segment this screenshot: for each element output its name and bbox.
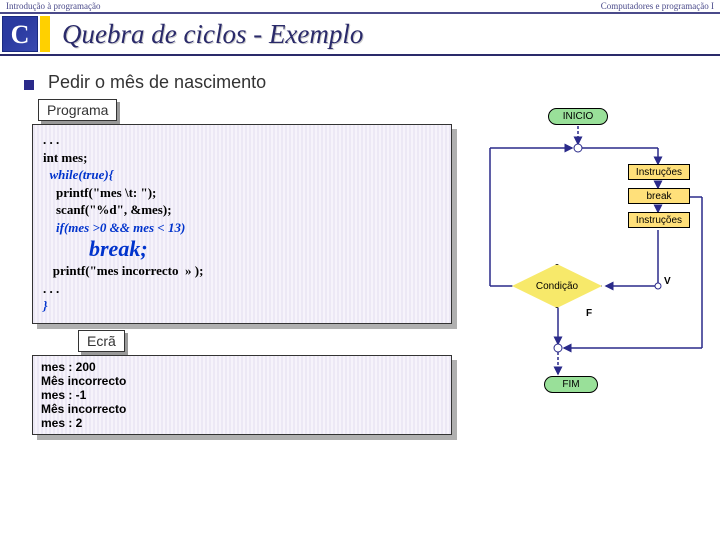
flow-instr1: Instruções <box>628 164 690 180</box>
bullet-row: Pedir o mês de nascimento <box>24 72 712 93</box>
code-box: . . . int mes; while(true){ printf("mes … <box>32 124 452 324</box>
title-underline <box>0 54 720 56</box>
code-line: printf("mes incorrecto » ); <box>43 262 441 280</box>
code-line: scanf("%d", &mes); <box>43 201 441 219</box>
code-line: } <box>43 297 441 315</box>
cond-label: Condição <box>536 281 578 292</box>
code-line: printf("mes \t: "); <box>43 184 441 202</box>
yellow-accent <box>40 16 50 52</box>
screen-line: mes : -1 <box>41 388 443 402</box>
flow-condition: Condição <box>512 264 602 308</box>
label-false: F <box>586 308 592 319</box>
flow-instr2: Instruções <box>628 212 690 228</box>
c-logo: C <box>2 16 38 52</box>
label-true: V <box>664 276 671 287</box>
break-keyword: break; <box>43 236 441 262</box>
slide-title: Quebra de ciclos - Exemplo <box>62 19 363 50</box>
screen-box: mes : 200 Mês incorrecto mes : -1 Mês in… <box>32 355 452 435</box>
header-right: Computadores e programação I <box>601 1 714 11</box>
screen-line: mes : 2 <box>41 416 443 430</box>
flow-break: break <box>628 188 690 204</box>
bullet-icon <box>24 80 34 90</box>
flow-start: INICIO <box>548 108 608 125</box>
screen-line: Mês incorrecto <box>41 374 443 388</box>
program-label: Programa <box>38 99 117 121</box>
screen-label: Ecrã <box>78 330 125 352</box>
screen-line: mes : 200 <box>41 360 443 374</box>
code-line: int mes; <box>43 149 441 167</box>
title-bar: C Quebra de ciclos - Exemplo <box>0 14 720 54</box>
bullet-text: Pedir o mês de nascimento <box>48 72 266 93</box>
screen-line: Mês incorrecto <box>41 402 443 416</box>
code-line: while(true){ <box>43 166 441 184</box>
flow-end: FIM <box>544 376 598 393</box>
code-line: . . . <box>43 131 441 149</box>
header-left: Introdução à programação <box>6 1 100 11</box>
code-line: . . . <box>43 280 441 298</box>
code-line: if(mes >0 && mes < 13) <box>43 219 441 237</box>
header-bar: Introdução à programação Computadores e … <box>0 0 720 14</box>
flowchart: INICIO Instruções break Instruções Condi… <box>478 108 710 438</box>
